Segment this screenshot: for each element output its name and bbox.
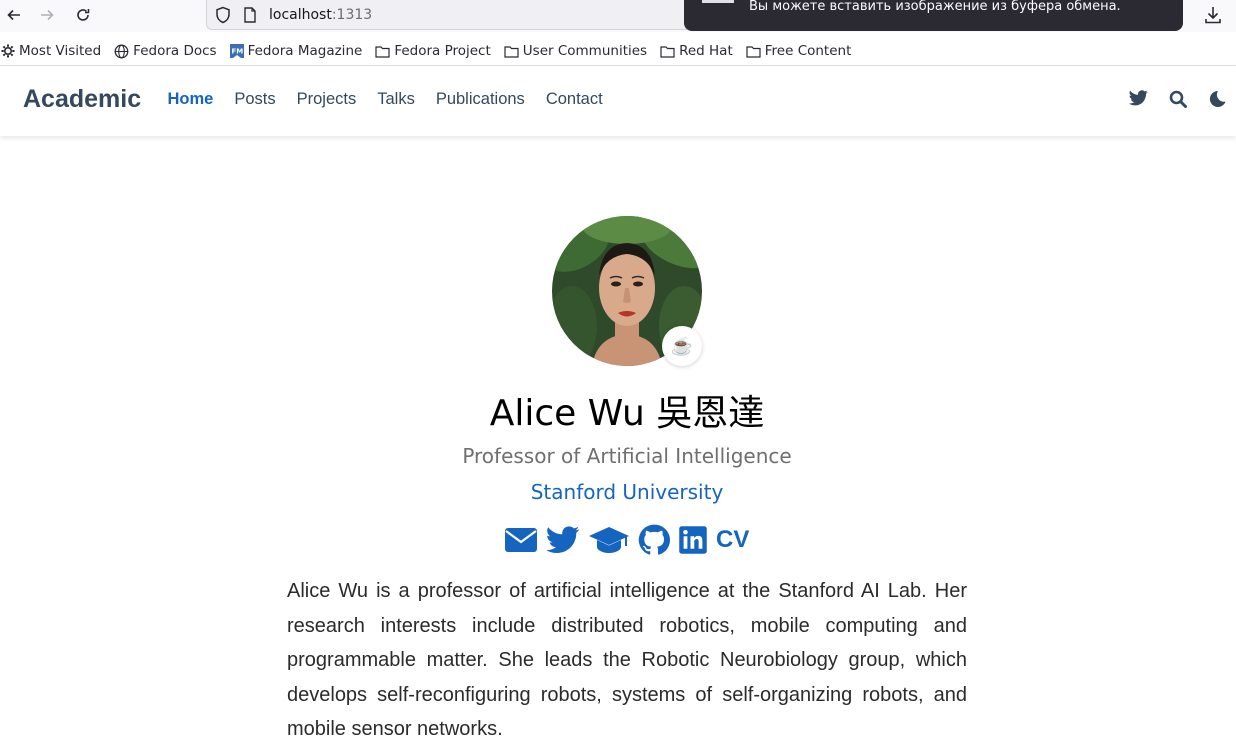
cv-icon: CV <box>716 526 750 553</box>
profile-name: Alice Wu 吳恩達 <box>489 393 765 434</box>
main-menu: Home Posts Projects Talks Publications C… <box>157 90 613 109</box>
bookmark-fedora-magazine[interactable]: FM Fedora Magazine <box>229 43 362 59</box>
globe-icon <box>114 44 129 58</box>
arrow-left-icon <box>7 9 20 21</box>
fedora-magazine-icon: FM <box>229 44 244 58</box>
bookmark-free-content[interactable]: Free Content <box>746 43 851 59</box>
envelope-icon <box>505 528 537 552</box>
site-navbar: Academic Home Posts Projects Talks Publi… <box>0 66 1236 136</box>
nav-publications[interactable]: Publications <box>425 90 535 109</box>
url-text: localhost:1313 <box>269 6 373 23</box>
site-brand[interactable]: Academic <box>23 85 141 114</box>
clipboard-notification: Вы можете вставить изображение из буфера… <box>684 0 1183 31</box>
reload-icon <box>77 9 90 21</box>
arrow-right-icon <box>41 9 54 21</box>
notification-text: Вы можете вставить изображение из буфера… <box>749 0 1121 14</box>
nav-talks[interactable]: Talks <box>367 90 426 109</box>
twitter-icon <box>1129 90 1148 106</box>
back-button[interactable] <box>0 2 28 28</box>
social-links: CV <box>504 524 757 556</box>
nav-projects[interactable]: Projects <box>286 90 367 109</box>
search-button[interactable] <box>1158 90 1197 112</box>
profile-avatar: ☕️ <box>552 216 702 366</box>
theme-toggle[interactable] <box>1197 90 1236 112</box>
reload-button[interactable] <box>69 2 97 28</box>
cv-link[interactable]: CV <box>716 526 749 554</box>
bookmarks-toolbar: Most Visited Fedora Docs FM Fedora Magaz… <box>0 38 1236 64</box>
shield-icon[interactable] <box>215 6 231 24</box>
download-icon[interactable] <box>1204 5 1222 25</box>
profile-role: Professor of Artificial Intelligence <box>462 444 792 468</box>
bookmark-red-hat[interactable]: Red Hat <box>660 43 733 59</box>
navbar-twitter-link[interactable] <box>1119 90 1158 112</box>
browser-toolbar: localhost:1313 Вы можете вставить изобра… <box>0 0 1236 32</box>
nav-home[interactable]: Home <box>157 90 224 109</box>
email-link[interactable] <box>504 527 538 553</box>
search-icon <box>1169 90 1187 108</box>
folder-icon <box>660 45 675 58</box>
graduation-cap-icon <box>589 527 629 553</box>
folder-icon <box>746 45 761 58</box>
bookmark-most-visited[interactable]: Most Visited <box>1 43 101 59</box>
bookmark-user-communities[interactable]: User Communities <box>504 43 647 59</box>
page-icon <box>244 6 256 23</box>
profile-organization-link[interactable]: Stanford University <box>0 480 1236 504</box>
navbar-actions <box>1119 90 1236 112</box>
gear-icon <box>1 44 15 58</box>
bookmark-fedora-project[interactable]: Fedora Project <box>375 43 491 59</box>
folder-icon <box>504 45 519 58</box>
moon-icon <box>1209 90 1225 107</box>
linkedin-link[interactable] <box>678 525 708 555</box>
linkedin-icon <box>679 526 707 554</box>
google-scholar-link[interactable] <box>588 525 630 555</box>
twitter-icon <box>546 526 580 554</box>
github-icon <box>638 524 670 555</box>
nav-posts[interactable]: Posts <box>224 90 286 109</box>
twitter-link[interactable] <box>546 526 580 554</box>
coffee-emoji: ☕️ <box>670 335 694 357</box>
image-icon <box>702 0 734 3</box>
profile-bio: Alice Wu is a professor of artificial in… <box>287 580 967 741</box>
folder-icon <box>375 45 390 58</box>
forward-button[interactable] <box>33 2 61 28</box>
status-emoji-badge: ☕️ <box>662 326 702 366</box>
svg-text:FM: FM <box>231 48 243 56</box>
nav-contact[interactable]: Contact <box>535 90 613 109</box>
github-link[interactable] <box>638 524 670 556</box>
bookmark-fedora-docs[interactable]: Fedora Docs <box>114 43 217 59</box>
